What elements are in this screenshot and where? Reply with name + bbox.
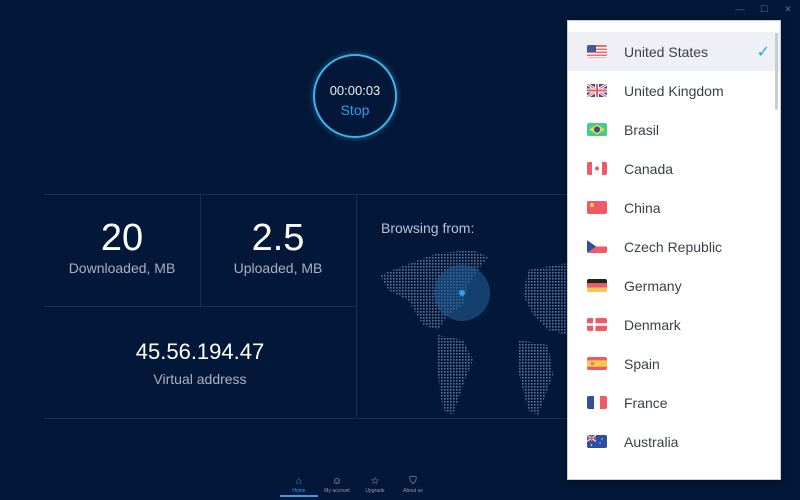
close-button[interactable]: ✕: [776, 2, 800, 16]
country-option-australia[interactable]: Australia: [568, 422, 780, 461]
browsing-from-label: Browsing from:: [381, 220, 475, 236]
denmark-flag-icon: [587, 318, 607, 331]
nav-tab-label: My account: [324, 488, 350, 494]
window-controls: — ☐ ✕: [728, 2, 800, 16]
downloaded-label: Downloaded, MB: [68, 260, 176, 276]
country-name: France: [624, 394, 668, 411]
country-dropdown[interactable]: United States ✓ United Kingdom Brasil Canada…: [567, 20, 781, 480]
australia-flag-icon: [587, 435, 607, 448]
czech-flag-icon: [587, 240, 607, 253]
uploaded-label: Uploaded, MB: [233, 260, 323, 276]
country-name: China: [624, 199, 661, 216]
france-flag-icon: [587, 396, 607, 409]
country-name: Australia: [624, 433, 679, 450]
country-option-denmark[interactable]: Denmark: [568, 305, 780, 344]
connection-timer: 00:00:03 Stop: [313, 54, 397, 138]
country-name: Denmark: [624, 316, 681, 333]
user-icon: ☺: [331, 476, 343, 487]
uploaded-stat: 2.5 Uploaded, MB: [200, 217, 356, 276]
nav-tab-home[interactable]: ⌂ Home: [280, 476, 318, 497]
world-map: [380, 250, 568, 415]
divider: [356, 195, 357, 417]
us-flag-icon: [587, 45, 607, 58]
country-option-germany[interactable]: Germany: [568, 266, 780, 305]
map-south-america: [438, 335, 473, 415]
country-name: United Kingdom: [624, 82, 724, 99]
elapsed-time: 00:00:03: [329, 83, 381, 98]
canada-flag-icon: [587, 162, 607, 175]
nav-tab-my-account[interactable]: ☺ My account: [318, 476, 356, 494]
map-africa: [518, 340, 553, 415]
dropdown-scrollbar[interactable]: [775, 33, 778, 110]
country-option-czech-republic[interactable]: Czech Republic: [568, 227, 780, 266]
country-list: United States ✓ United Kingdom Brasil Canada…: [568, 32, 780, 461]
brazil-flag-icon: [587, 123, 607, 136]
country-name: Czech Republic: [624, 238, 723, 255]
country-option-canada[interactable]: Canada: [568, 149, 780, 188]
nav-tab-label: Upgrade: [365, 488, 385, 494]
uploaded-value: 2.5: [251, 217, 305, 259]
country-option-brasil[interactable]: Brasil: [568, 110, 780, 149]
stop-button[interactable]: Stop: [315, 102, 395, 118]
country-name: United States: [624, 43, 709, 60]
home-icon: ⌂: [295, 476, 303, 487]
virtual-address-stat: 45.56.194.47 Virtual address: [44, 339, 356, 387]
divider: [44, 306, 356, 307]
downloaded-value: 20: [100, 217, 144, 259]
country-name: Germany: [624, 277, 682, 294]
country-option-united-kingdom[interactable]: United Kingdom: [568, 71, 780, 110]
country-name: Brasil: [624, 121, 660, 138]
spain-flag-icon: [587, 357, 607, 370]
virtual-address-label: Virtual address: [153, 371, 247, 387]
country-option-spain[interactable]: Spain: [568, 344, 780, 383]
checkmark-icon: ✓: [756, 43, 770, 61]
country-option-united-states[interactable]: United States ✓: [568, 32, 780, 71]
nav-tab-upgrade[interactable]: ☆ Upgrade: [356, 476, 394, 494]
country-option-china[interactable]: China: [568, 188, 780, 227]
bottom-nav: ⌂ Home ☺ My account ☆ Upgrade ⛉ About us: [280, 476, 432, 497]
maximize-button[interactable]: ☐: [752, 2, 776, 16]
star-icon: ☆: [370, 476, 380, 487]
location-marker: [459, 290, 465, 296]
country-option-france[interactable]: France: [568, 383, 780, 422]
downloaded-stat: 20 Downloaded, MB: [44, 217, 200, 276]
country-name: Canada: [624, 160, 674, 177]
uk-flag-icon: [587, 84, 607, 97]
nav-tab-about-us[interactable]: ⛉ About us: [394, 476, 432, 494]
nav-tab-label: Home: [292, 488, 306, 494]
map-europe-asia: [523, 263, 568, 335]
china-flag-icon: [587, 201, 607, 214]
minimize-button[interactable]: —: [728, 2, 752, 16]
shield-icon: ⛉: [409, 476, 417, 487]
country-name: Spain: [624, 355, 660, 372]
virtual-address-value: 45.56.194.47: [135, 339, 265, 364]
germany-flag-icon: [587, 279, 607, 292]
nav-tab-label: About us: [403, 488, 423, 494]
